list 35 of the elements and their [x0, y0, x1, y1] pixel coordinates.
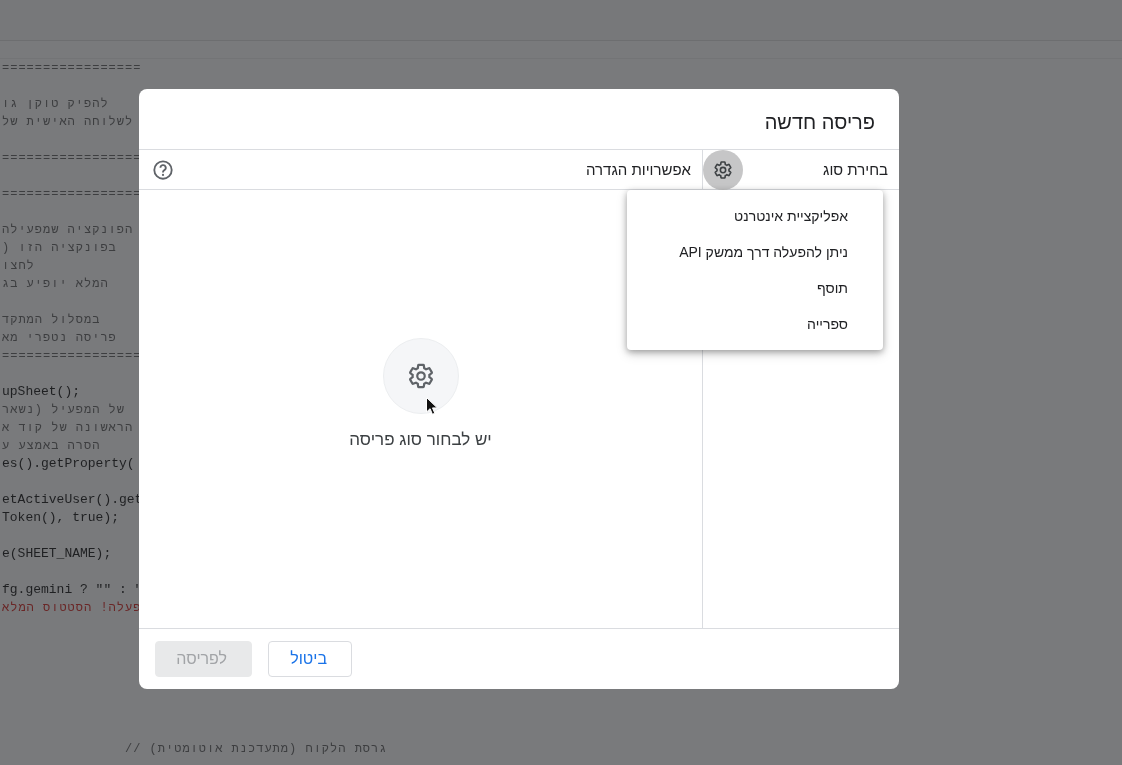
code-comment: הראשונה של קוד א — [1, 420, 134, 437]
code-comment: לחצו — [1, 258, 35, 275]
help-icon[interactable] — [152, 158, 174, 181]
code-comment: להפיק טוקן גו — [1, 96, 109, 113]
settings-icon — [713, 159, 733, 180]
code-comment: ================= — [1, 150, 142, 167]
column-header: בחירת סוג — [823, 161, 888, 178]
empty-message: יש לבחור סוג פריסה — [349, 430, 492, 450]
code-line: Token(), true); — [1, 509, 120, 527]
settings-icon — [406, 362, 435, 390]
code-comment: במסלול המתקד — [1, 312, 101, 329]
menu-item[interactable]: תוסף — [627, 270, 883, 306]
code-line: upSheet(); — [1, 383, 80, 401]
settings-button[interactable] — [703, 149, 743, 190]
code-comment: פעלה! הסטטוס המלא — [1, 600, 142, 617]
menu-item[interactable]: ניתן להפעלה דרך ממשק API — [627, 234, 883, 270]
code-comment: פריסה נטפרי מא — [1, 330, 117, 347]
code-comment: ================= — [1, 348, 142, 365]
code-comment: ================= — [1, 186, 142, 203]
code-comment: של המפעיל (נשאר — [1, 402, 126, 419]
code-comment: בפונקציה הזו ( — [1, 240, 117, 257]
code-comment: לשלוחה האישית של — [1, 114, 134, 131]
code-comment: גרסת הלקוח (מתעדכנת אוטומטית) // — [125, 742, 388, 756]
code-line: e(SHEET_NAME); — [1, 545, 112, 563]
code-comment: המלא יופיע בג — [1, 276, 109, 293]
menu-item[interactable]: אפליקציית אינטרנט — [627, 198, 883, 234]
code-line: etActiveUser().get — [1, 491, 143, 509]
dialog-title: פריסה חדשה — [763, 109, 876, 135]
column-header: אפשרויות הגדרה — [586, 161, 691, 178]
code-comment: הסרה באמצע ע — [1, 438, 101, 455]
cancel-button[interactable]: ביטול — [268, 641, 352, 677]
code-comment: הפונקציה שמפעילה — [1, 222, 134, 239]
code-line: es().getProperty( — [1, 455, 135, 473]
menu-item[interactable]: ספרייה — [627, 306, 883, 342]
code-comment: ================= — [1, 60, 142, 77]
